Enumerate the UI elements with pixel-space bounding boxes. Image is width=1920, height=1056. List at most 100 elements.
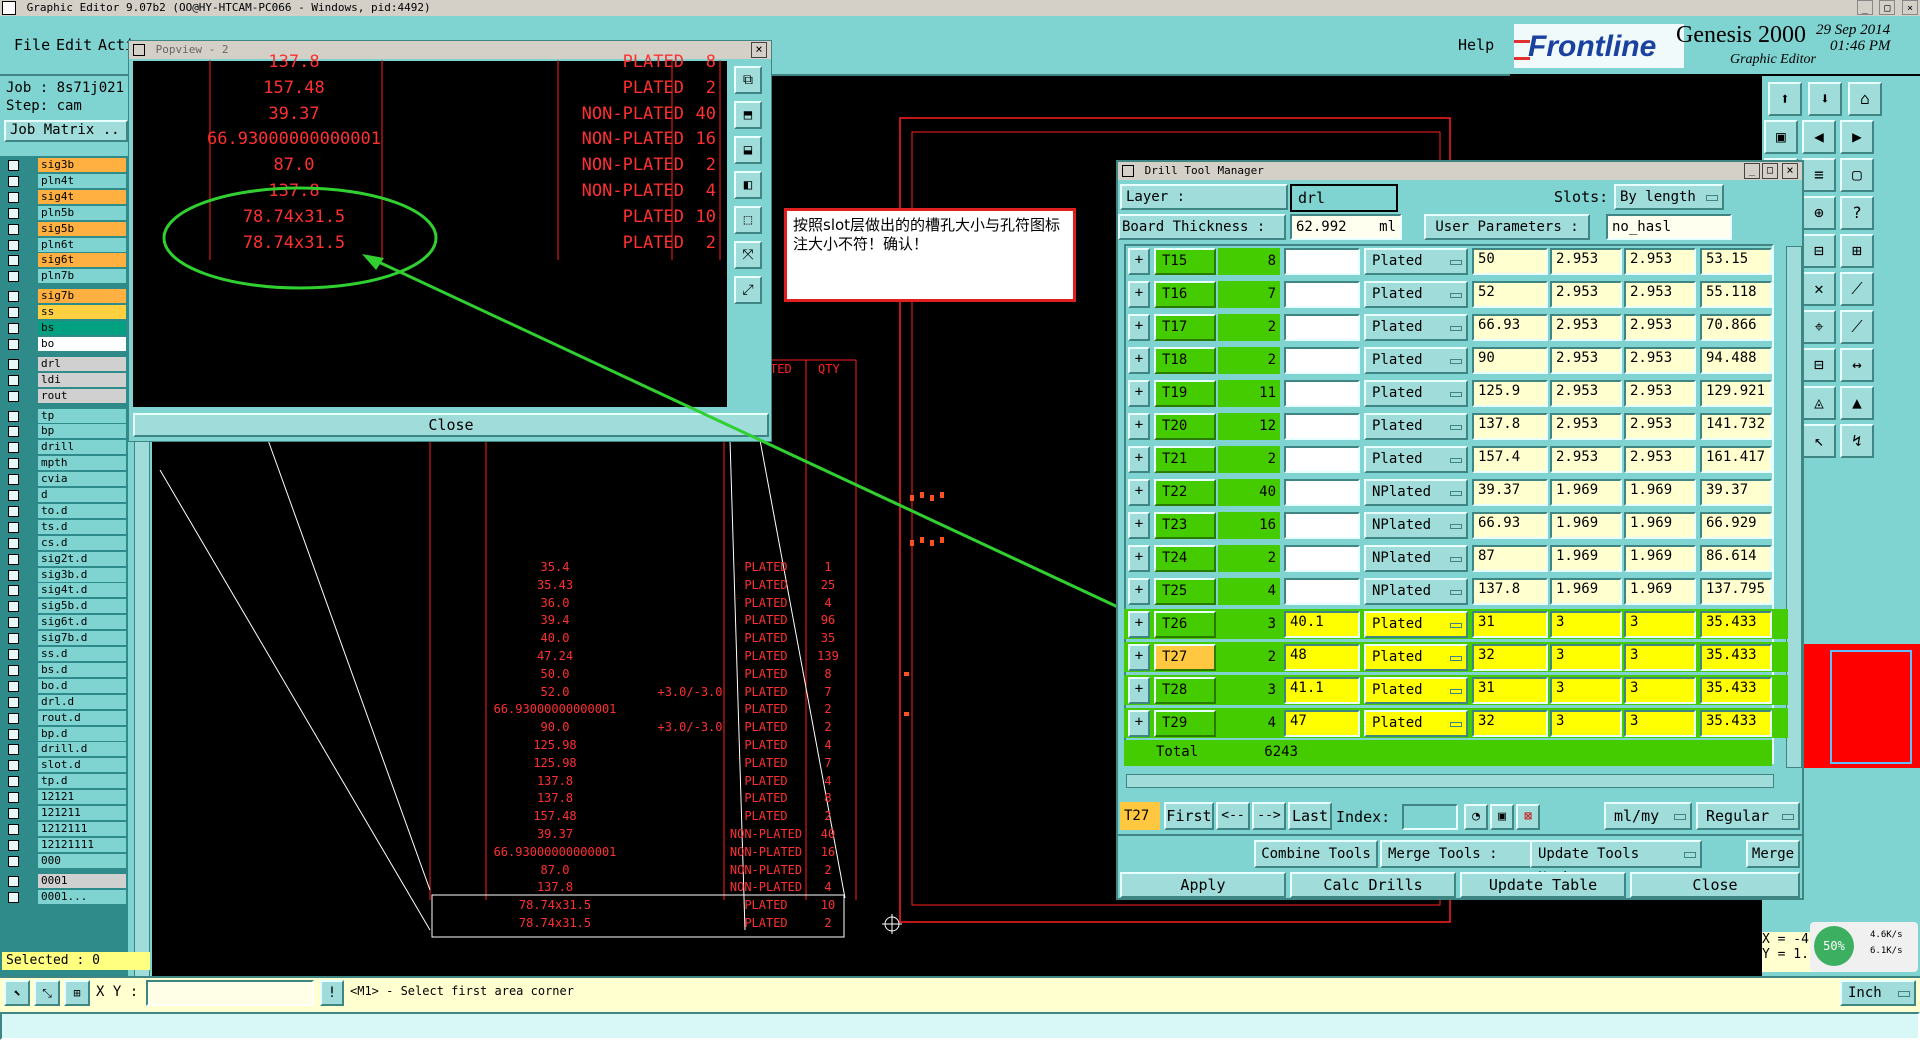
expand-button[interactable]: + [1128, 380, 1150, 407]
plus-tolerance[interactable]: 2.953 [1550, 281, 1622, 308]
tool-type-dropdown[interactable]: Plated [1364, 347, 1468, 374]
plus-tolerance[interactable]: 2.953 [1550, 347, 1622, 374]
toolbar-button[interactable]: ⊞ [1840, 234, 1874, 268]
drill-size[interactable]: 31 [1472, 611, 1548, 638]
minus-tolerance[interactable]: 3 [1624, 677, 1696, 704]
toolbar-button[interactable]: ⟋ [1840, 272, 1874, 306]
expand-button[interactable]: + [1128, 446, 1150, 473]
finish-size[interactable]: 35.433 [1700, 677, 1772, 704]
dtm-vertical-scrollbar[interactable] [1786, 246, 1802, 768]
drill-size[interactable]: 90 [1472, 347, 1548, 374]
drill-size[interactable]: 157.4 [1472, 446, 1548, 473]
slots-dropdown[interactable]: By length [1614, 184, 1724, 210]
cross-tool-button[interactable]: ⤡ [34, 980, 60, 1006]
tool-type-dropdown[interactable]: NPlated [1364, 545, 1468, 572]
select-tool-button[interactable]: ⬉ [4, 980, 30, 1006]
tool-row[interactable]: + T18 2 Plated 90 2.953 2.953 94.488 [1124, 345, 1788, 375]
plus-tolerance[interactable]: 3 [1550, 644, 1622, 671]
tool-type-dropdown[interactable]: Plated [1364, 413, 1468, 440]
drill-size[interactable]: 66.93 [1472, 314, 1548, 341]
toolbar-button[interactable]: ◬ [1802, 386, 1836, 420]
toolbar-button[interactable]: ↖ [1802, 424, 1836, 458]
apply-button[interactable]: Apply [1120, 872, 1286, 898]
toolbar-button[interactable]: ⌂ [1848, 82, 1882, 116]
drill-size[interactable]: 137.8 [1472, 413, 1548, 440]
expand-button[interactable]: + [1128, 710, 1150, 737]
command-line[interactable] [0, 1012, 1920, 1040]
toolbar-button[interactable]: ⊕ [1802, 196, 1836, 230]
minus-tolerance[interactable]: 2.953 [1624, 281, 1696, 308]
expand-button[interactable]: + [1128, 545, 1150, 572]
tool-row[interactable]: + T15 8 Plated 50 2.953 2.953 53.15 [1124, 246, 1788, 276]
plus-tolerance[interactable]: 3 [1550, 611, 1622, 638]
toolbar-button[interactable]: ▢ [1840, 158, 1874, 192]
minus-tolerance[interactable]: 2.953 [1624, 314, 1696, 341]
toolbar-button[interactable]: ▣ [1764, 120, 1798, 154]
tool-row[interactable]: + T21 2 Plated 157.4 2.953 2.953 161.417 [1124, 444, 1788, 474]
calc-drills-button[interactable]: Calc Drills [1290, 872, 1456, 898]
tool-type-dropdown[interactable]: Plated [1364, 314, 1468, 341]
toolbar-button[interactable]: ⊟ [1802, 348, 1836, 382]
minus-tolerance[interactable]: 2.953 [1624, 446, 1696, 473]
plus-tolerance[interactable]: 2.953 [1550, 248, 1622, 275]
finish-size[interactable]: 137.795 [1700, 578, 1772, 605]
slot-length[interactable] [1284, 578, 1360, 605]
finish-size[interactable]: 55.118 [1700, 281, 1772, 308]
toolbar-button[interactable]: ⊟ [1802, 234, 1836, 268]
expand-button[interactable]: + [1128, 347, 1150, 374]
dtm-horizontal-scrollbar[interactable] [1126, 774, 1774, 788]
slot-length[interactable] [1284, 314, 1360, 341]
minus-tolerance[interactable]: 1.969 [1624, 545, 1696, 572]
drill-size[interactable]: 66.93 [1472, 512, 1548, 539]
drill-size[interactable]: 32 [1472, 710, 1548, 737]
update-table-button[interactable]: Update Table [1460, 872, 1626, 898]
mini-map[interactable] [1804, 644, 1920, 768]
tool-row[interactable]: + T17 2 Plated 66.93 2.953 2.953 70.866 [1124, 312, 1788, 342]
finish-size[interactable]: 66.929 [1700, 512, 1772, 539]
expand-button[interactable]: + [1128, 512, 1150, 539]
drill-size[interactable]: 52 [1472, 281, 1548, 308]
merge-button[interactable]: Merge [1746, 840, 1800, 868]
slot-length[interactable] [1284, 545, 1360, 572]
finish-size[interactable]: 141.732 [1700, 413, 1772, 440]
toolbar-button[interactable]: ▶ [1840, 120, 1874, 154]
minus-tolerance[interactable]: 2.953 [1624, 347, 1696, 374]
tool-row[interactable]: + T20 12 Plated 137.8 2.953 2.953 141.732 [1124, 411, 1788, 441]
slot-length[interactable]: 47 [1284, 710, 1360, 737]
plus-tolerance[interactable]: 1.969 [1550, 545, 1622, 572]
tool-type-dropdown[interactable]: Plated [1364, 710, 1468, 737]
slot-length[interactable]: 41.1 [1284, 677, 1360, 704]
tool-row[interactable]: + T19 11 Plated 125.9 2.953 2.953 129.921 [1124, 378, 1788, 408]
expand-button[interactable]: + [1128, 281, 1150, 308]
plus-tolerance[interactable]: 3 [1550, 710, 1622, 737]
expand-button[interactable]: + [1128, 677, 1150, 704]
expand-button[interactable]: + [1128, 578, 1150, 605]
toolbar-button[interactable]: ⬆ [1768, 82, 1802, 116]
info-button[interactable]: ! [320, 980, 344, 1006]
tool-type-dropdown[interactable]: Plated [1364, 677, 1468, 704]
tool-type-dropdown[interactable]: Plated [1364, 644, 1468, 671]
expand-button[interactable]: + [1128, 314, 1150, 341]
dtm-maximize-icon[interactable]: □ [1762, 163, 1778, 179]
tool-type-dropdown[interactable]: NPlated [1364, 479, 1468, 506]
minus-tolerance[interactable]: 3 [1624, 611, 1696, 638]
tool-type-dropdown[interactable]: Plated [1364, 380, 1468, 407]
slot-length[interactable] [1284, 512, 1360, 539]
expand-button[interactable]: + [1128, 611, 1150, 638]
nav-last-button[interactable]: Last [1288, 802, 1332, 830]
finish-size[interactable]: 94.488 [1700, 347, 1772, 374]
tool-row[interactable]: + T16 7 Plated 52 2.953 2.953 55.118 [1124, 279, 1788, 309]
grid-tool-button[interactable]: ⊞ [64, 980, 90, 1006]
tool-type-dropdown[interactable]: NPlated [1364, 512, 1468, 539]
plus-tolerance[interactable]: 2.953 [1550, 446, 1622, 473]
tool-row[interactable]: + T24 2 NPlated 87 1.969 1.969 86.614 [1124, 543, 1788, 573]
toolbar-button[interactable]: ≡ [1802, 158, 1836, 192]
slot-length[interactable] [1284, 446, 1360, 473]
slot-length[interactable]: 40.1 [1284, 611, 1360, 638]
nav-first-button[interactable]: First [1164, 802, 1214, 830]
drill-size[interactable]: 32 [1472, 644, 1548, 671]
image-tool-button[interactable]: ▣ [1490, 804, 1514, 830]
slot-length[interactable] [1284, 413, 1360, 440]
tool-type-dropdown[interactable]: Plated [1364, 281, 1468, 308]
update-numbers-dropdown[interactable]: Update Tools Numbers [1530, 840, 1702, 886]
